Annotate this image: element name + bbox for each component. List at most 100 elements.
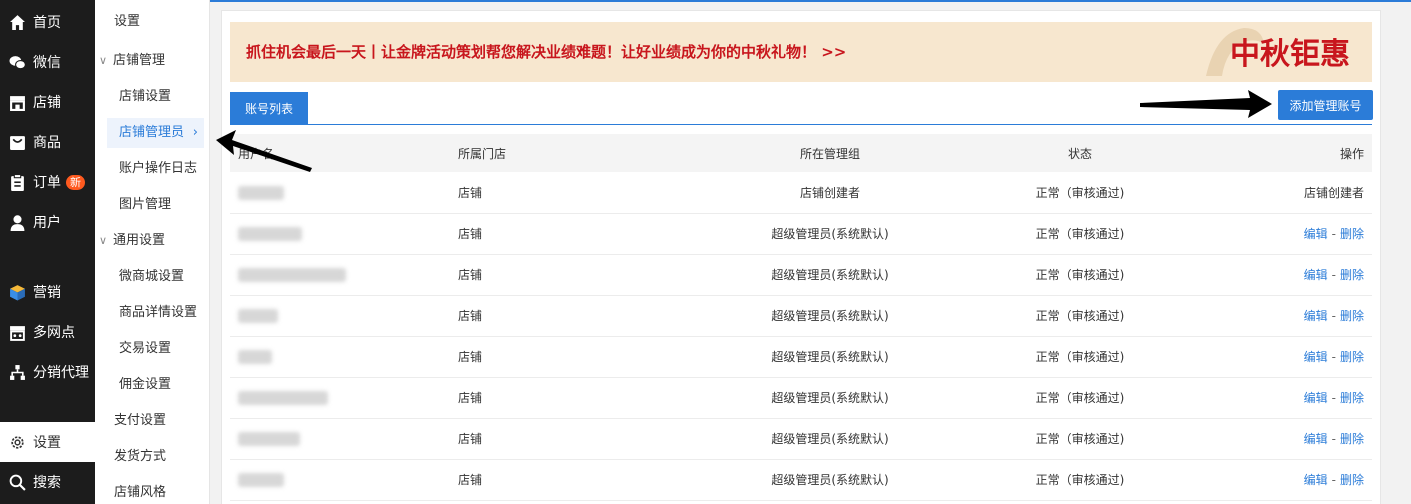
nav-item-settings[interactable]: 设置	[0, 422, 95, 462]
column-header-group: 所在管理组	[680, 134, 980, 172]
delete-link[interactable]: 删除	[1340, 432, 1364, 446]
nav-item-goods[interactable]: 商品	[0, 122, 95, 162]
store-cell: 店铺	[440, 418, 680, 460]
status-cell: 正常（审核通过)	[980, 459, 1180, 501]
edit-link[interactable]: 编辑	[1304, 268, 1328, 282]
column-header-status: 状态	[980, 134, 1180, 172]
column-header-store: 所属门店	[440, 134, 680, 172]
subnav-item-shop-settings[interactable]: 店铺设置	[95, 87, 210, 107]
nav-item-marketing[interactable]: 营销	[0, 272, 95, 312]
edit-link[interactable]: 编辑	[1304, 350, 1328, 364]
shop-icon	[8, 93, 26, 111]
add-admin-account-button[interactable]: 添加管理账号	[1278, 90, 1373, 120]
banner-art-text: 中秋钜惠	[1230, 37, 1350, 72]
chevron-down-icon: ∨	[99, 234, 108, 247]
status-cell: 正常（审核通过)	[980, 172, 1180, 214]
username-redacted	[238, 226, 302, 241]
edit-link[interactable]: 编辑	[1304, 391, 1328, 405]
banner-text: 抓住机会最后一天丨让金牌活动策划帮您解决业绩难题！让好业绩成为你的中秋礼物！ >…	[246, 43, 847, 61]
subnav-item-payment-settings[interactable]: 支付设置	[95, 411, 210, 431]
subnav-group-shop-management[interactable]: ∨ 店铺管理	[95, 51, 210, 71]
subnav-item-goods-detail-settings[interactable]: 商品详情设置	[95, 303, 210, 323]
search-icon	[8, 473, 26, 491]
secondary-sidebar: 设置 ∨ 店铺管理 店铺设置 店铺管理员 › 账户操作日志 图片管理 ∨ 通用设置 微…	[95, 0, 210, 504]
store-cell: 店铺	[440, 295, 680, 337]
subnav-group-general-settings[interactable]: ∨ 通用设置	[95, 231, 210, 251]
group-cell: 超级管理员(系统默认)	[680, 459, 980, 501]
subnav-item-mall-settings[interactable]: 微商城设置	[95, 267, 210, 287]
nav-item-search[interactable]: 搜索	[0, 462, 95, 502]
table-row: 店铺 超级管理员(系统默认) 正常（审核通过) 编辑 - 删除	[230, 418, 1372, 460]
edit-link[interactable]: 编辑	[1304, 227, 1328, 241]
nav-item-home[interactable]: 首页	[0, 2, 95, 42]
delete-link[interactable]: 删除	[1340, 350, 1364, 364]
subnav-item-commission-settings[interactable]: 佣金设置	[95, 375, 210, 395]
nav-label: 首页	[33, 15, 61, 31]
nav-item-wechat[interactable]: 微信	[0, 42, 95, 82]
table-row: 店铺 超级管理员(系统默认) 正常（审核通过) 编辑 - 删除	[230, 295, 1372, 337]
store-cell: 店铺	[440, 377, 680, 419]
goods-icon	[8, 133, 26, 151]
nav-label: 微信	[33, 55, 61, 71]
mid-autumn-logo: 中秋钜惠	[1206, 28, 1350, 76]
subnav-item-image-management[interactable]: 图片管理	[95, 195, 210, 215]
main-panel: 抓住机会最后一天丨让金牌活动策划帮您解决业绩难题！让好业绩成为你的中秋礼物！ >…	[221, 10, 1381, 504]
username-redacted	[238, 185, 284, 200]
primary-sidebar: 首页 微信 店铺 商品 订单 新 用户 营销 多网点 分销代理 设置 搜索	[0, 0, 95, 504]
username-redacted	[238, 472, 284, 487]
status-cell: 正常（审核通过)	[980, 295, 1180, 337]
delete-link[interactable]: 删除	[1340, 227, 1364, 241]
nav-label: 设置	[33, 435, 61, 451]
store-cell: 店铺	[440, 213, 680, 255]
nav-item-orders[interactable]: 订单 新	[0, 162, 95, 202]
edit-link[interactable]: 编辑	[1304, 432, 1328, 446]
nav-label: 多网点	[33, 325, 75, 341]
delete-link[interactable]: 删除	[1340, 391, 1364, 405]
status-cell: 正常（审核通过)	[980, 418, 1180, 460]
table-row: 店铺 超级管理员(系统默认) 正常（审核通过) 编辑 - 删除	[230, 213, 1372, 255]
store-front-icon	[8, 323, 26, 341]
group-cell: 超级管理员(系统默认)	[680, 336, 980, 378]
status-cell: 正常（审核通过)	[980, 336, 1180, 378]
subnav-item-account-log[interactable]: 账户操作日志	[95, 159, 210, 179]
delete-link[interactable]: 删除	[1340, 309, 1364, 323]
subnav-item-trade-settings[interactable]: 交易设置	[95, 339, 210, 359]
subnav-item-shipping-methods[interactable]: 发货方式	[95, 447, 210, 467]
cube-icon	[8, 283, 26, 301]
clipboard-icon	[8, 173, 26, 191]
edit-link[interactable]: 编辑	[1304, 473, 1328, 487]
admin-table: 用户名 所属门店 所在管理组 状态 操作 店铺 店铺创建者 正常（审核通过) 店…	[230, 134, 1372, 501]
nav-item-multi-outlet[interactable]: 多网点	[0, 312, 95, 352]
store-cell: 店铺	[440, 254, 680, 296]
edit-link[interactable]: 编辑	[1304, 309, 1328, 323]
action-cell: 店铺创建者	[1180, 172, 1372, 214]
status-cell: 正常（审核通过)	[980, 213, 1180, 255]
subnav-item-shop-style[interactable]: 店铺风格	[95, 483, 210, 503]
nav-item-users[interactable]: 用户	[0, 202, 95, 242]
subnav-title: 设置	[114, 14, 141, 29]
user-icon	[8, 213, 26, 231]
nav-item-distribution[interactable]: 分销代理	[0, 352, 95, 392]
username-redacted	[238, 431, 300, 446]
promo-banner[interactable]: 抓住机会最后一天丨让金牌活动策划帮您解决业绩难题！让好业绩成为你的中秋礼物！ >…	[230, 22, 1372, 82]
subnav-item-shop-admins[interactable]: 店铺管理员 ›	[107, 118, 204, 148]
chevron-down-icon: ∨	[99, 54, 108, 67]
nav-label: 搜索	[33, 475, 61, 491]
table-row: 店铺 店铺创建者 正常（审核通过) 店铺创建者	[230, 172, 1372, 214]
table-header-row: 用户名 所属门店 所在管理组 状态 操作	[230, 134, 1372, 172]
store-cell: 店铺	[440, 459, 680, 501]
username-redacted	[238, 390, 328, 405]
store-cell: 店铺	[440, 172, 680, 214]
tab-account-list[interactable]: 账号列表	[230, 92, 308, 125]
status-cell: 正常（审核通过)	[980, 377, 1180, 419]
top-accent-line	[0, 0, 1411, 2]
table-row: 店铺 超级管理员(系统默认) 正常（审核通过) 编辑 - 删除	[230, 336, 1372, 378]
column-header-action: 操作	[1180, 134, 1372, 172]
delete-link[interactable]: 删除	[1340, 473, 1364, 487]
new-badge: 新	[66, 174, 85, 190]
delete-link[interactable]: 删除	[1340, 268, 1364, 282]
nav-label: 店铺	[33, 95, 61, 111]
nav-item-shop[interactable]: 店铺	[0, 82, 95, 122]
tab-bar: 账号列表	[230, 92, 1372, 125]
username-redacted	[238, 267, 346, 282]
